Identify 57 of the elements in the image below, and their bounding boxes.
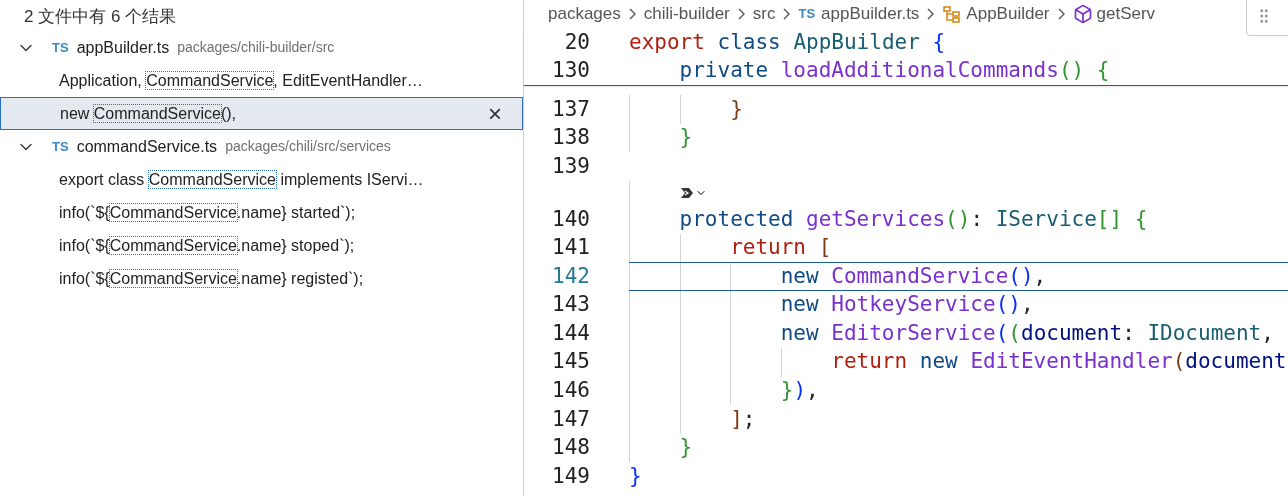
file-name[interactable]: appBuilder.ts	[76, 35, 170, 60]
line-number: 140	[551, 205, 591, 233]
line-number: 143	[551, 291, 591, 319]
line-number: 138	[551, 124, 591, 152]
code-line: protected getServices(): IService[] {	[678, 205, 1148, 233]
line-number: 145	[551, 348, 591, 376]
code-line: new CommandService(),	[779, 262, 1047, 290]
results-summary: 2 文件中有 6 个结果	[23, 6, 178, 28]
breadcrumb-item[interactable]: AppBuilder	[966, 1, 1050, 27]
code-line: return new EditEventHandler(document	[830, 348, 1287, 376]
line-number: 142	[551, 262, 591, 290]
code-line: }	[729, 95, 743, 123]
class-icon	[942, 4, 963, 24]
code-line: new EditorService((document: IDocument,	[779, 319, 1274, 347]
code-line: }	[678, 434, 693, 462]
dismiss-icon[interactable]: ×	[488, 101, 502, 126]
typescript-file-icon: TS	[798, 4, 816, 24]
code-line: export class AppBuilder {	[629, 28, 946, 56]
chevron-right-icon	[737, 8, 745, 20]
breadcrumb-item[interactable]: src	[752, 1, 776, 27]
breadcrumb-item[interactable]: chili-builder	[643, 1, 730, 27]
search-result[interactable]: Application, CommandService, EditEventHandler…	[0, 64, 523, 97]
breadcrumb-item[interactable]: getServ	[1096, 1, 1156, 27]
code-line: }),	[779, 377, 819, 405]
code-line: new HotkeyService(),	[779, 291, 1034, 319]
line-number: 147	[551, 405, 591, 433]
typescript-file-icon: TS	[52, 136, 69, 157]
line-number: 141	[551, 234, 591, 262]
line-number: 146	[551, 377, 591, 405]
chevron-right-icon	[927, 8, 935, 20]
line-number: 148	[551, 434, 591, 462]
chevron-right-icon	[1057, 8, 1065, 20]
chevron-right-icon	[628, 8, 636, 20]
search-result[interactable]: info(`${CommandService.name} started`);	[0, 196, 523, 229]
file-path: packages/chili/src/services	[225, 137, 391, 156]
search-result[interactable]: new CommandService(), ×	[0, 97, 523, 130]
search-result[interactable]: export class CommandService implements IServi…	[0, 163, 523, 196]
code-line: private loadAdditionalCommands() {	[678, 57, 1110, 85]
code-line: }	[629, 462, 642, 490]
code-line: return [	[729, 234, 832, 262]
breadcrumb-item[interactable]: packages	[548, 1, 621, 27]
typescript-file-icon: TS	[52, 37, 69, 58]
line-number: 137	[551, 95, 591, 123]
cube-icon	[1072, 4, 1093, 24]
line-number: 130	[551, 57, 591, 85]
line-number: 139	[551, 152, 591, 180]
chevron-right-icon	[783, 8, 791, 20]
file-path: packages/chili-builder/src	[177, 38, 335, 57]
line-number: 20	[563, 28, 591, 56]
search-result[interactable]: info(`${CommandService.name} registed`);	[0, 262, 523, 295]
search-result[interactable]: info(`${CommandService.name} stoped`);	[0, 229, 523, 262]
line-number: 144	[551, 319, 591, 347]
breadcrumb-item[interactable]: appBuilder.ts	[821, 1, 920, 27]
code-line: }	[678, 124, 693, 152]
file-name[interactable]: commandService.ts	[76, 134, 218, 159]
code-line: ];	[729, 405, 756, 433]
line-number: 149	[551, 462, 591, 490]
